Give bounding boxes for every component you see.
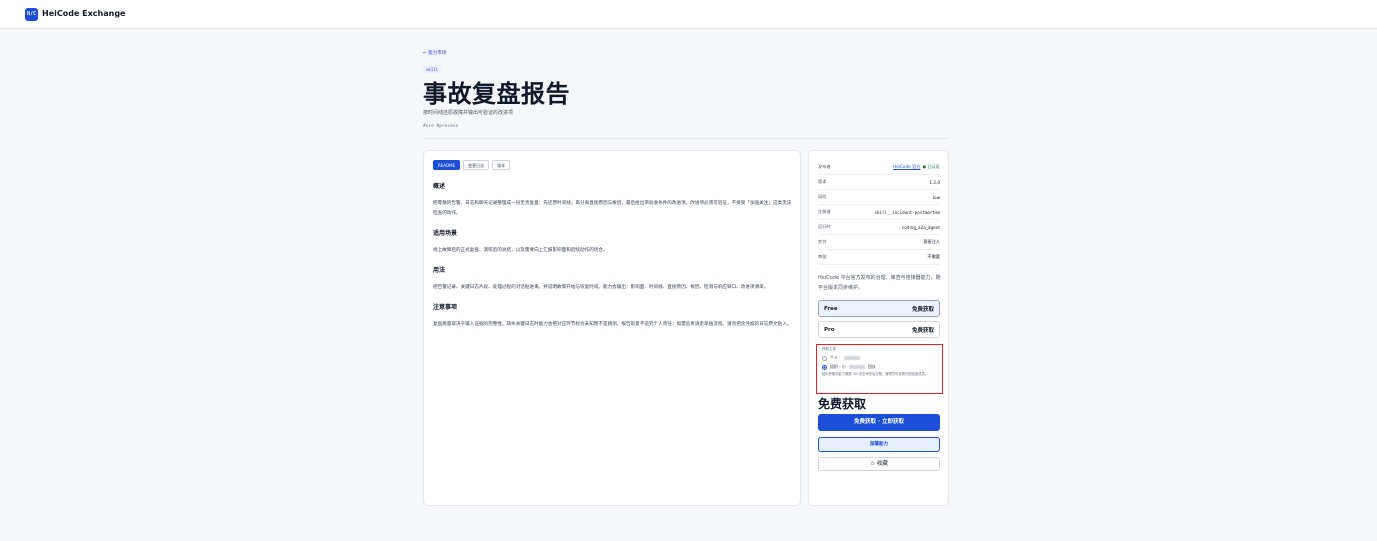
meta-value: 直接注入 — [923, 239, 940, 244]
meta-row-risk: 风险 low — [818, 190, 940, 205]
publisher-link[interactable]: HeiCode 官方 — [893, 164, 920, 169]
section-heading-scenarios: 适用场景 — [433, 230, 458, 237]
header-divider — [423, 138, 949, 139]
meta-row-registry-key: 注册键 skill__incident-postmortem — [818, 205, 940, 220]
section-heading-notes: 注意事项 — [433, 304, 458, 311]
acquire-panel: 发布者 HeiCode 官方 ● 已认证 版本 1.2.0 风险 low 注册键 … — [808, 150, 949, 506]
acquire-as-title: 获取主体 — [822, 347, 836, 351]
tab-bar: README 变更日志 版本 — [433, 160, 511, 170]
meta-label: 风险 — [818, 194, 827, 199]
deploy-button[interactable]: 部署能力 — [818, 437, 940, 452]
meta-label: 审批 — [818, 254, 827, 259]
meta-row-delivery: 交付 直接注入 — [818, 235, 940, 250]
meta-value-publisher: HeiCode 官方 ● 已认证 — [893, 164, 940, 170]
meta-row-runtime: 运行时 coding_a2a_agent — [818, 220, 940, 235]
meta-label: 发布者 — [818, 164, 831, 169]
meta-label: 运行时 — [818, 224, 831, 229]
plan-name: Pro — [824, 326, 835, 333]
acquire-as-selector: 获取主体 个人 · 组织 · 小 团队 组织获取的能力需要 VM 安全审查后分配… — [816, 344, 943, 394]
readme-card: README 变更日志 版本 概述 把零散的告警、日志和聊天记录整理成一份无责复… — [423, 150, 801, 506]
meta-row-version: 版本 1.2.0 — [818, 175, 940, 190]
back-link[interactable]: ← 能力市场 — [423, 50, 446, 56]
section-body-notes: 复盘质量取决于输入证据的完整性。缺失关键日志时能力会把对应环节标为未知而不是猜测… — [433, 322, 792, 327]
radio-personal[interactable] — [822, 355, 827, 361]
top-bar: H/C HeiCode Exchange — [0, 0, 1377, 29]
section-body-usage: 把告警记录、关键日志片段、处理过程的对话贴进来，并说明故障开始与恢复时间。能力会… — [433, 285, 769, 290]
publisher-description: HeiCode 平台官方发布的治理、审查与连接器能力，随平台版本同步维护。 — [818, 275, 941, 291]
option-suffix: 团队 — [867, 364, 876, 369]
hashtags: #sre #process — [423, 124, 459, 129]
page-title: 事故复盘报告 — [423, 80, 570, 108]
price-display: 免费获取 — [818, 397, 867, 411]
verified-badge: ● 已认证 — [922, 164, 940, 169]
tab-changelog[interactable]: 变更日志 — [463, 160, 490, 170]
tab-versions[interactable]: 版本 — [492, 160, 511, 170]
acquire-as-note: 组织获取的能力需要 VM 安全审查后分配，管理员可设置分配给各成员。 — [822, 372, 929, 376]
plan-name: Free — [824, 305, 838, 312]
plan-price: 免费获取 — [911, 306, 934, 313]
meta-row-approval: 审批 不需要 — [818, 250, 940, 265]
brand-logo-icon[interactable]: H/C — [25, 8, 38, 21]
meta-value: 不需要 — [927, 254, 940, 259]
favorite-button[interactable]: ☆ 收藏 — [818, 457, 940, 471]
section-heading-overview: 概述 — [433, 183, 446, 190]
meta-value: skill__incident-postmortem — [874, 209, 940, 215]
section-body-overview: 把零散的告警、日志和聊天记录整理成一份无责复盘：先还原时间线，再分离直接原因与根… — [433, 201, 792, 216]
option-label: 组织 · 小 — [830, 364, 846, 369]
acquire-now-button[interactable]: 免费获取 · 立即获取 — [818, 414, 940, 431]
meta-label: 交付 — [818, 239, 827, 244]
meta-value: low — [932, 194, 940, 200]
plan-pro[interactable]: Pro 免费获取 — [818, 321, 940, 338]
redacted-name — [843, 356, 860, 360]
readme-content: 概述 把零散的告警、日志和聊天记录整理成一份无责复盘：先还原时间线，再分离直接原… — [433, 181, 793, 339]
option-personal[interactable]: 个人 · — [822, 355, 937, 361]
meta-value: 1.2.0 — [929, 179, 940, 185]
skill-type-tag: skill — [423, 66, 442, 73]
brand-name[interactable]: HeiCode Exchange — [42, 9, 125, 18]
redacted-name — [848, 365, 865, 369]
plan-price: 免费获取 — [911, 327, 934, 334]
option-label: 个人 · — [830, 355, 841, 360]
meta-value: coding_a2a_agent — [901, 224, 940, 230]
radio-organization[interactable] — [822, 364, 827, 370]
meta-label: 注册键 — [818, 209, 831, 214]
page-subtitle: 按时间线还原故障并输出可验证的改进项 — [423, 110, 514, 116]
tab-readme[interactable]: README — [433, 160, 461, 170]
section-heading-usage: 用法 — [433, 267, 446, 274]
plan-free[interactable]: Free 免费获取 — [818, 300, 940, 317]
option-organization[interactable]: 组织 · 小 团队 — [822, 364, 937, 370]
meta-row-publisher: 发布者 HeiCode 官方 ● 已认证 — [818, 160, 940, 175]
section-body-scenarios: 线上故障后的正式复盘、演练后的总结，以及需要向上汇报影响面和后续动作的场合。 — [433, 248, 608, 253]
meta-label: 版本 — [818, 179, 827, 184]
